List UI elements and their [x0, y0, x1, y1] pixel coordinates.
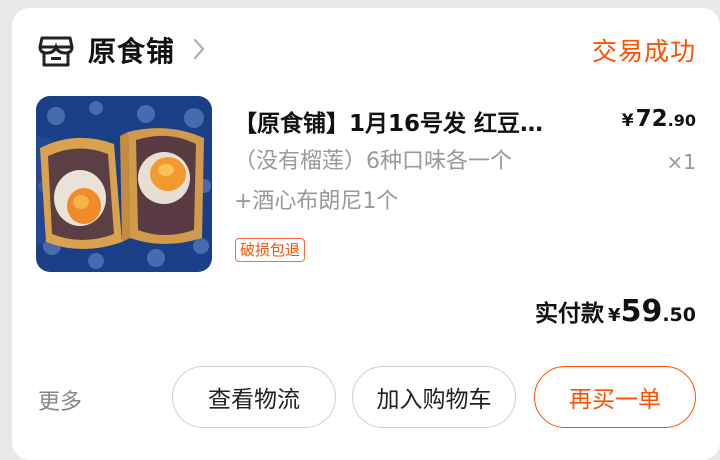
order-status: 交易成功 [591, 37, 696, 66]
product-price: ¥72.90 [622, 106, 696, 132]
price-integer: 72 [635, 106, 668, 132]
service-badge: 破损包退 [235, 238, 306, 262]
shop-name[interactable]: 原食铺 [88, 30, 175, 70]
paid-label: 实付款 [535, 301, 605, 327]
view-logistics-button[interactable]: 查看物流 [172, 366, 336, 428]
price-decimal: .90 [667, 111, 696, 130]
paid-integer: 59 [620, 294, 663, 329]
product-image[interactable] [36, 96, 212, 272]
shop-icon [38, 34, 74, 68]
more-button[interactable]: 更多 [38, 384, 82, 416]
add-to-cart-button[interactable]: 加入购物车 [352, 366, 516, 428]
buy-again-button[interactable]: 再买一单 [534, 366, 696, 428]
product-sku: （没有榴莲）6种口味各一个 +酒心布朗尼1个 [234, 142, 614, 222]
product-title[interactable]: 【原食铺】1月16号发 红豆… [234, 104, 584, 138]
product-quantity: ×1 [666, 150, 696, 174]
paid-decimal: .50 [662, 304, 696, 326]
order-card: 原食铺 交易成功 【原食铺】1月16号发 红豆… （没有榴莲）6种口味各一个 +… [12, 8, 720, 460]
paid-symbol: ¥ [608, 305, 621, 326]
paid-amount: 实付款 ¥59.50 [535, 294, 696, 329]
price-symbol: ¥ [621, 111, 634, 131]
sku-line: （没有榴莲）6种口味各一个 [234, 149, 512, 174]
sku-line: +酒心布朗尼1个 [234, 189, 399, 214]
chevron-right-icon[interactable] [192, 37, 206, 61]
